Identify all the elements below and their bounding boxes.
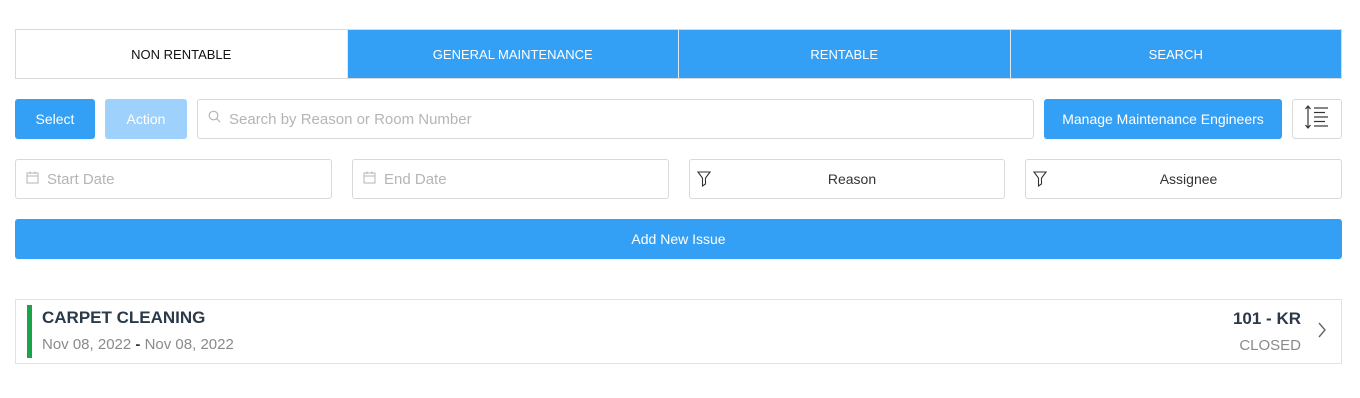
- search-input[interactable]: [229, 110, 1033, 128]
- tab-general-maintenance[interactable]: GENERAL MAINTENANCE: [346, 30, 678, 78]
- end-date-placeholder: End Date: [384, 170, 447, 188]
- add-new-issue-button[interactable]: Add New Issue: [15, 219, 1342, 259]
- chevron-right-icon[interactable]: [1317, 321, 1327, 344]
- start-date-field[interactable]: Start Date: [15, 159, 332, 199]
- start-date-placeholder: Start Date: [47, 170, 115, 188]
- calendar-icon: [363, 171, 376, 188]
- issue-title: CARPET CLEANING: [42, 308, 206, 327]
- issue-room: 101 - KR: [1232, 309, 1301, 328]
- assignee-filter[interactable]: Assignee: [1025, 159, 1342, 199]
- assignee-filter-label: Assignee: [1159, 171, 1218, 187]
- tab-search[interactable]: SEARCH: [1009, 30, 1341, 78]
- funnel-icon: [696, 171, 712, 190]
- issue-date-range: Nov 08, 2022 - Nov 08, 2022: [42, 336, 234, 353]
- tab-non-rentable[interactable]: NON RENTABLE: [16, 30, 347, 78]
- calendar-icon: [26, 171, 39, 188]
- row-height-button[interactable]: [1292, 99, 1342, 139]
- select-button[interactable]: Select: [15, 99, 95, 139]
- search-box[interactable]: [197, 99, 1034, 139]
- issue-end-date: Nov 08, 2022: [144, 336, 234, 353]
- status-indicator-bar: [27, 305, 32, 358]
- funnel-icon: [1032, 171, 1048, 190]
- issue-start-date: Nov 08, 2022: [42, 336, 132, 353]
- issue-status: CLOSED: [1239, 337, 1301, 354]
- tab-rentable[interactable]: RENTABLE: [678, 30, 1010, 78]
- issue-list-item[interactable]: CARPET CLEANING Nov 08, 2022 - Nov 08, 2…: [15, 299, 1342, 364]
- line-height-sort-icon: [1304, 104, 1330, 135]
- action-button[interactable]: Action: [105, 99, 187, 139]
- reason-filter[interactable]: Reason: [689, 159, 1005, 199]
- manage-engineers-button[interactable]: Manage Maintenance Engineers: [1044, 99, 1282, 139]
- date-separator: -: [135, 336, 141, 353]
- search-icon: [208, 110, 221, 128]
- reason-filter-label: Reason: [827, 171, 877, 187]
- tab-bar: NON RENTABLE GENERAL MAINTENANCE RENTABL…: [15, 29, 1342, 79]
- end-date-field[interactable]: End Date: [352, 159, 669, 199]
